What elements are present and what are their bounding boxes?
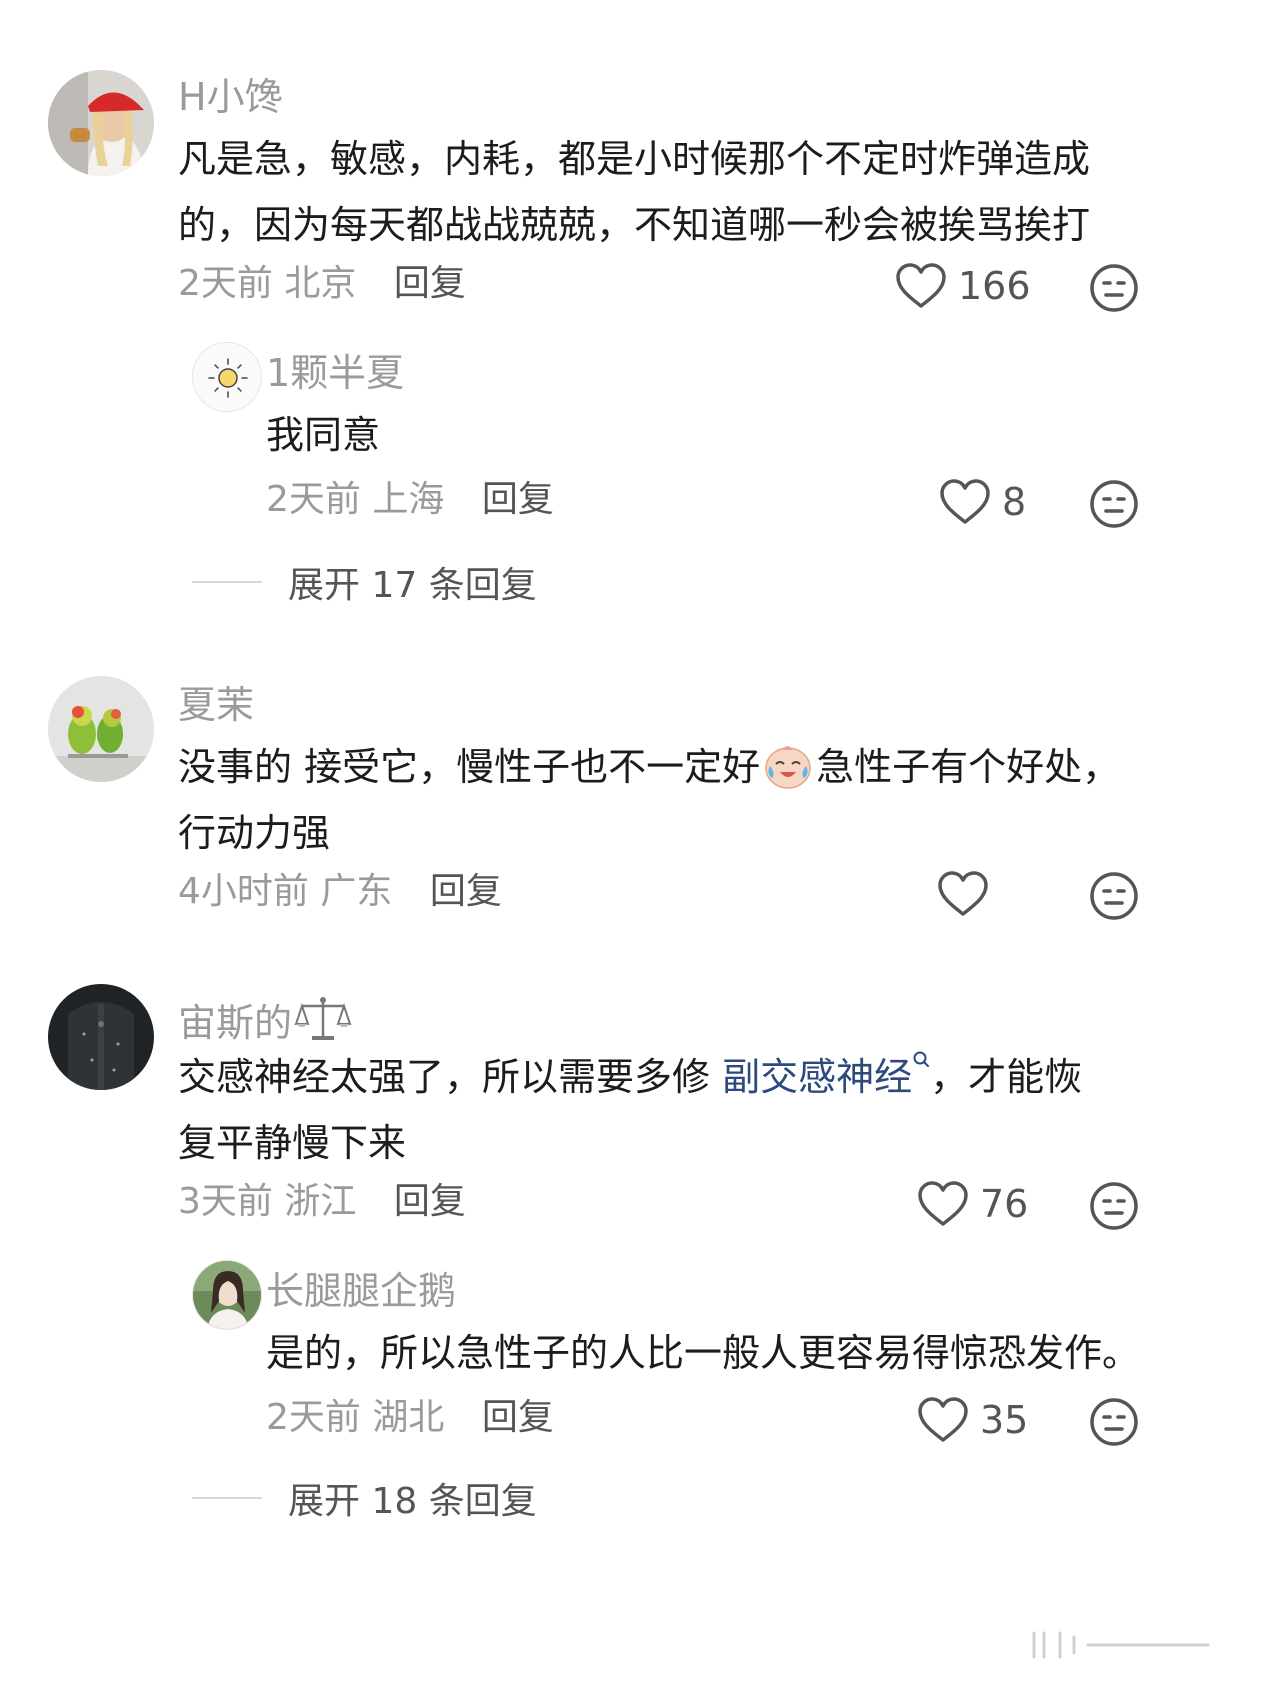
- reply-avatar[interactable]: [192, 342, 262, 412]
- like-button[interactable]: 35: [916, 1396, 1028, 1444]
- expand-replies-button[interactable]: 展开 17 条回复: [192, 556, 537, 608]
- reply-avatar[interactable]: [192, 1260, 262, 1330]
- like-button[interactable]: 166: [894, 262, 1031, 310]
- comment-time: 3天前: [178, 1181, 273, 1222]
- like-count: 35: [980, 1398, 1029, 1442]
- dislike-face-icon[interactable]: [1088, 478, 1140, 530]
- heart-icon: [918, 1397, 968, 1442]
- reply-text: 我同意: [266, 413, 381, 457]
- expand-replies-label: 展开 18 条回复: [288, 1481, 537, 1522]
- comment-text: 凡是急，敏感，内耗，都是小时候那个不定时炸弹造成 的，因为每天都战战兢兢，不知道…: [178, 126, 1090, 258]
- comment-text-line: 交感神经太强了，所以需要多修 副交感神经 ，才能恢: [178, 1044, 1082, 1110]
- username[interactable]: 宙斯的: [178, 994, 352, 1042]
- comment-time: 2天前: [178, 263, 273, 304]
- reply-button[interactable]: 回复: [430, 871, 502, 912]
- comment-text-segment: 交感神经太强了，所以需要多修: [178, 1055, 711, 1099]
- dislike-face-icon[interactable]: [1088, 1396, 1140, 1448]
- like-count: 8: [1002, 480, 1027, 524]
- avatar[interactable]: [48, 70, 154, 176]
- comment-location: 浙江: [284, 1181, 357, 1222]
- dislike-face-icon[interactable]: [1088, 262, 1140, 314]
- comment-text-segment: 急性子有个好处，: [816, 745, 1121, 789]
- comment-location: 广东: [320, 871, 393, 912]
- comment-meta: 4小时前 广东 回复: [178, 874, 502, 910]
- avatar[interactable]: [48, 984, 154, 1090]
- heart-icon: [938, 871, 988, 916]
- heart-icon: [896, 263, 946, 308]
- reply-username[interactable]: 长腿腿企鹅: [266, 1272, 456, 1310]
- comment-text-line: 行动力强: [178, 811, 331, 855]
- comment-meta: 2天前 北京 回复: [178, 266, 466, 302]
- reply-location: 湖北: [372, 1397, 445, 1438]
- username-text: 宙斯的: [178, 1001, 293, 1045]
- crying-laughing-emoji: [765, 746, 811, 789]
- divider-line: [192, 1497, 262, 1499]
- reply-button[interactable]: 回复: [394, 1181, 466, 1222]
- comment-text-line: 没事的 接受它，慢性子也不一定好 急性子有个好处，: [178, 734, 1120, 800]
- like-button[interactable]: 76: [916, 1180, 1028, 1228]
- comment-text: 没事的 接受它，慢性子也不一定好 急性子有个好处， 行动力强: [178, 734, 1120, 866]
- like-count: 166: [958, 264, 1031, 308]
- comment-text-line: 的，因为每天都战战兢兢，不知道哪一秒会被挨骂挨打: [178, 203, 1091, 247]
- search-link[interactable]: 副交感神经: [722, 1051, 930, 1099]
- comment-time: 4小时前: [178, 871, 309, 912]
- reply-text: 是的，所以急性子的人比一般人更容易得惊恐发作。: [266, 1331, 1141, 1375]
- comment-meta: 3天前 浙江 回复: [178, 1184, 466, 1220]
- expand-replies-label: 展开 17 条回复: [288, 565, 537, 606]
- divider-line: [192, 581, 262, 583]
- dislike-face-icon[interactable]: [1088, 1180, 1140, 1232]
- comment-text-line: 凡是急，敏感，内耗，都是小时候那个不定时炸弹造成: [178, 137, 1091, 181]
- comment-text-line: 复平静慢下来: [178, 1121, 407, 1165]
- reply-button[interactable]: 回复: [394, 263, 466, 304]
- like-button[interactable]: 8: [938, 478, 1026, 526]
- reply-time: 2天前: [266, 479, 361, 520]
- comment-list: H小馋 凡是急，敏感，内耗，都是小时候那个不定时炸弹造成 的，因为每天都战战兢兢…: [0, 0, 1284, 1703]
- search-icon: [913, 1051, 930, 1067]
- heart-icon: [940, 479, 990, 524]
- search-link-label: 副交感神经: [722, 1055, 913, 1099]
- reply-meta: 2天前 湖北 回复: [266, 1400, 554, 1436]
- watermark-lines-icon: [1032, 1631, 1210, 1659]
- avatar[interactable]: [48, 676, 154, 782]
- reply-button[interactable]: 回复: [482, 1397, 554, 1438]
- heart-icon: [918, 1181, 968, 1226]
- like-count: 76: [980, 1182, 1029, 1226]
- libra-scales-icon: [294, 997, 352, 1040]
- expand-replies-button[interactable]: 展开 18 条回复: [192, 1472, 537, 1524]
- username[interactable]: 夏茉: [178, 686, 254, 724]
- like-button[interactable]: [936, 870, 1000, 918]
- reply-time: 2天前: [266, 1397, 361, 1438]
- reply-button[interactable]: 回复: [482, 479, 554, 520]
- reply-meta: 2天前 上海 回复: [266, 482, 554, 518]
- comment-text: 交感神经太强了，所以需要多修 副交感神经 ，才能恢 复平静慢下来: [178, 1044, 1082, 1176]
- comment-text-segment: ，才能恢: [930, 1055, 1083, 1099]
- reply-location: 上海: [372, 479, 445, 520]
- comment-location: 北京: [284, 263, 357, 304]
- username[interactable]: H小馋: [178, 78, 283, 116]
- dislike-face-icon[interactable]: [1088, 870, 1140, 922]
- reply-username[interactable]: 1颗半夏: [266, 354, 404, 392]
- comment-text-segment: 没事的 接受它，慢性子也不一定好: [178, 745, 761, 789]
